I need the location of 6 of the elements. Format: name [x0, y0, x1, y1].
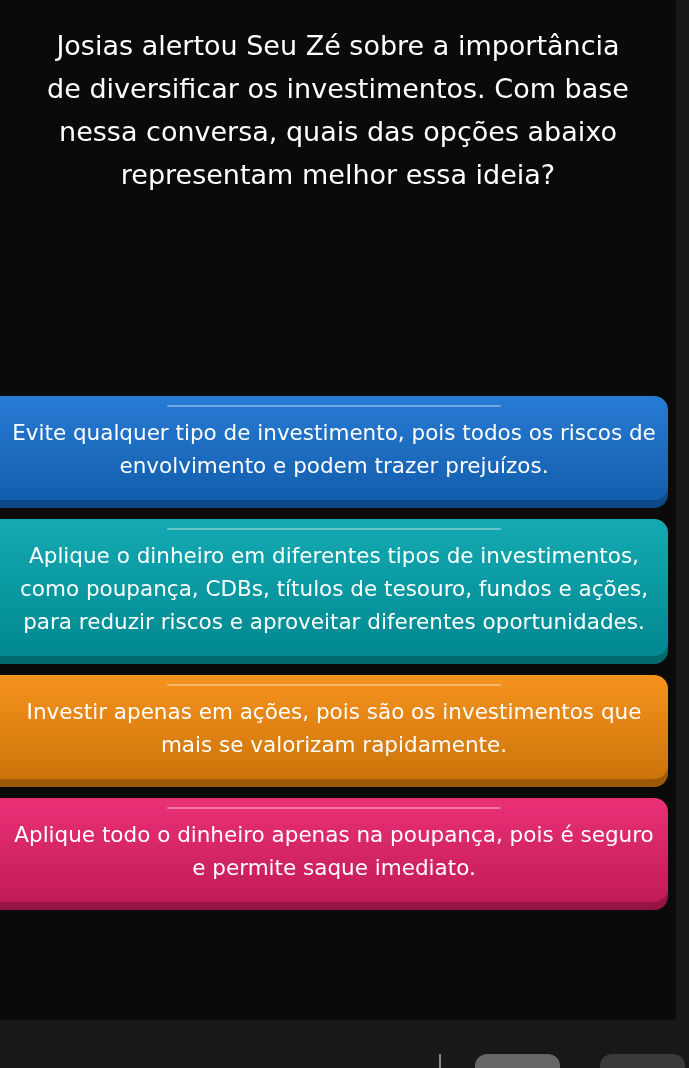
- toolbar-button[interactable]: [475, 1054, 560, 1068]
- answer-option[interactable]: Aplique o dinheiro em diferentes tipos de investimentos, como poupança, CDBs, títulos de tesouro, fundos e ações, para reduzir riscos e aproveitar diferentes oportunidades.: [0, 519, 668, 664]
- answer-option[interactable]: Investir apenas em ações, pois são os investimentos que mais se valorizam rapidamente.: [0, 675, 668, 787]
- answer-option[interactable]: Aplique todo o dinheiro apenas na poupança, pois é seguro e permite saque imediato.: [0, 798, 668, 910]
- question-text: Josias alertou Seu Zé sobre a importância de diversificar os investimentos. Com base nessa conversa, quais das opções abaixo representam melhor essa ideia?: [46, 29, 630, 192]
- answer-option[interactable]: Evite qualquer tipo de investimento, pois todos os riscos de envolvimento e podem trazer prejuízos.: [0, 396, 668, 508]
